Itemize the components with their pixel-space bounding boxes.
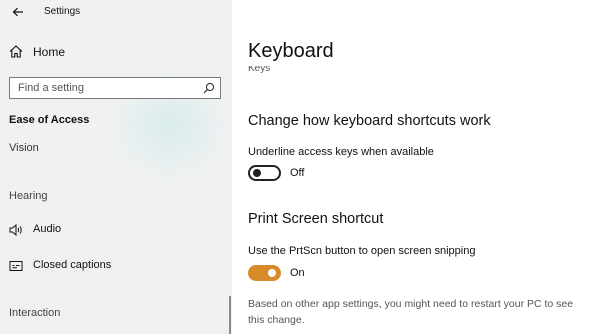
underline-access-keys-state: Off xyxy=(290,167,305,179)
prtscn-snipping-state: On xyxy=(290,267,305,279)
closed-captions-icon xyxy=(9,261,23,271)
setting-label-underline-access-keys: Underline access keys when available xyxy=(248,146,434,158)
search-input[interactable] xyxy=(10,78,195,98)
underline-access-keys-toggle[interactable] xyxy=(248,165,281,181)
sidebar-item-closed-captions-label: Closed captions xyxy=(33,259,112,271)
search-box[interactable] xyxy=(9,77,221,99)
toggle-knob xyxy=(253,169,261,177)
sidebar-item-vision[interactable]: Vision xyxy=(9,142,39,154)
page-title: Keyboard xyxy=(248,40,334,62)
speaker-icon xyxy=(9,224,22,236)
back-arrow-icon xyxy=(12,7,23,17)
sidebar-section-ease-of-access: Ease of Access xyxy=(9,114,90,126)
prtscn-snipping-toggle[interactable] xyxy=(248,265,281,281)
section-heading-print-screen: Print Screen shortcut xyxy=(248,211,384,227)
setting-label-prtscn: Use the PrtScn button to open screen sni… xyxy=(248,245,476,257)
sidebar: Settings Home Ease of Access Vision Hear… xyxy=(0,0,232,334)
scrolled-text: Keys xyxy=(248,66,271,74)
home-label: Home xyxy=(33,45,66,59)
sidebar-item-closed-captions[interactable]: Closed captions xyxy=(0,254,232,278)
home-nav-item[interactable]: Home xyxy=(0,40,232,64)
sidebar-group-hearing: Hearing xyxy=(9,190,48,202)
scrolled-text-fragment: Keys xyxy=(248,66,270,75)
search-icon[interactable] xyxy=(203,82,215,94)
restart-note: Based on other app settings, you might n… xyxy=(248,298,574,326)
back-button[interactable] xyxy=(8,4,28,20)
sidebar-scrollbar[interactable] xyxy=(229,296,231,334)
toggle-knob xyxy=(268,269,276,277)
sidebar-item-audio-label: Audio xyxy=(33,223,62,235)
home-icon xyxy=(9,45,23,58)
app-title: Settings xyxy=(44,6,81,17)
section-heading-shortcuts: Change how keyboard shortcuts work xyxy=(248,113,491,129)
title-bar: Settings xyxy=(0,0,232,26)
sidebar-group-interaction: Interaction xyxy=(9,307,61,319)
main-content: Keyboard Keys Change how keyboard shortc… xyxy=(232,0,600,334)
sidebar-item-audio[interactable]: Audio xyxy=(0,218,232,242)
